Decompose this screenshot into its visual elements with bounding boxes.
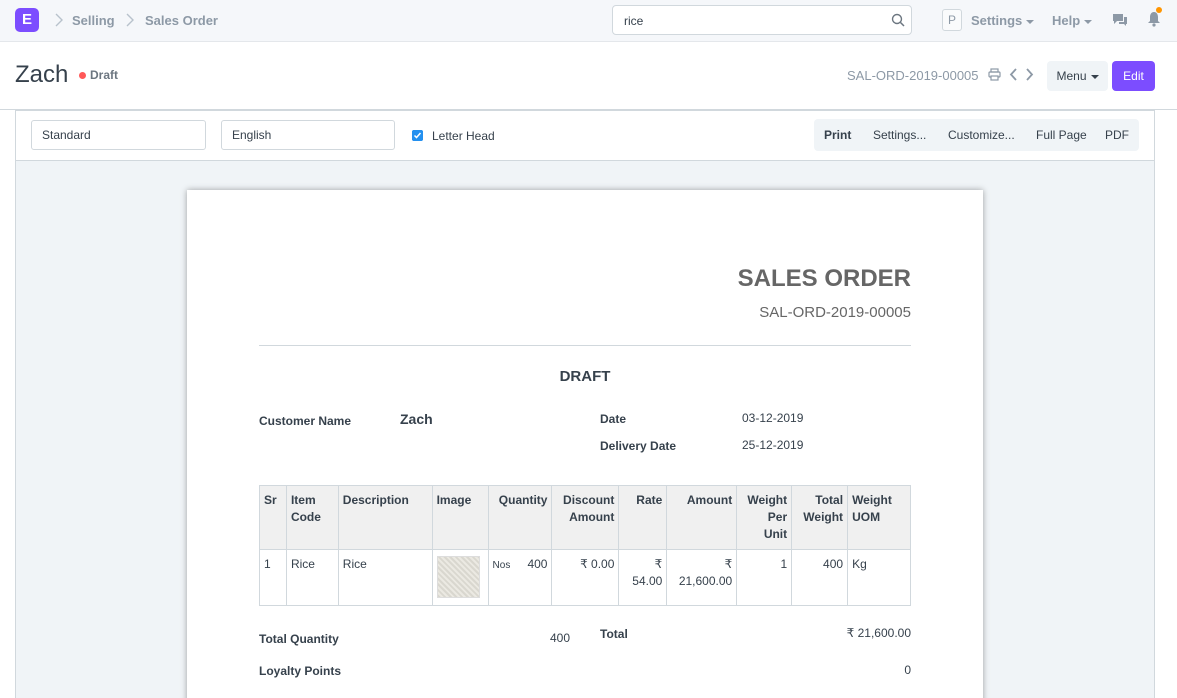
heading-divider [259, 345, 911, 346]
print-document: SALES ORDER SAL-ORD-2019-00005 DRAFT Cus… [187, 190, 983, 698]
caret-down-icon [1090, 74, 1099, 79]
total-quantity-value: 400 [550, 631, 571, 645]
pdf-button[interactable]: PDF [1105, 128, 1129, 142]
breadcrumb-sales-order[interactable]: Sales Order [145, 13, 218, 28]
column-header: Amount [666, 485, 738, 550]
user-avatar[interactable]: P [942, 9, 962, 31]
cell-weight-per-unit: 1 [736, 549, 793, 606]
column-header: Discount Amount [551, 485, 620, 550]
column-header: Image [431, 485, 489, 550]
previous-record-icon[interactable] [1009, 68, 1018, 81]
cell-quantity: Nos 400 [487, 549, 553, 606]
items-table: Sr Item Code Description Image Quantity … [259, 485, 911, 606]
cell-total-weight: 400 [791, 549, 849, 606]
letter-head-checkbox[interactable] [412, 130, 423, 141]
chevron-right-icon [55, 13, 63, 27]
edit-button[interactable]: Edit [1112, 61, 1155, 91]
chevron-right-icon [126, 13, 134, 27]
menu-label: Menu [1056, 69, 1087, 83]
customer-name-label: Customer Name [259, 414, 352, 428]
help-label: Help [1052, 13, 1081, 28]
chat-icon[interactable] [1112, 12, 1128, 28]
next-record-icon[interactable] [1025, 68, 1034, 81]
app-logo[interactable]: E [15, 8, 39, 32]
loyalty-points-label: Loyalty Points [259, 664, 342, 678]
delivery-date-value: 25-12-2019 [742, 438, 804, 452]
status-indicator [79, 72, 86, 79]
search-input[interactable]: rice [612, 5, 912, 35]
search-value: rice [624, 14, 644, 28]
loyalty-points-value: 0 [904, 663, 911, 677]
document-name: SAL-ORD-2019-00005 [847, 68, 979, 83]
delivery-date-label: Delivery Date [600, 439, 677, 453]
print-settings-button[interactable]: Settings... [873, 128, 926, 142]
column-header: Rate [618, 485, 668, 550]
column-header: Total Weight [791, 485, 849, 550]
cell-weight-uom: Kg [847, 549, 911, 606]
date-value: 03-12-2019 [742, 411, 804, 425]
caret-down-icon [1084, 19, 1093, 24]
search-icon[interactable] [891, 13, 905, 27]
cell-rate: ₹ 54.00 [618, 549, 668, 606]
help-dropdown[interactable]: Help [1052, 13, 1093, 28]
menu-button[interactable]: Menu [1047, 61, 1108, 91]
cell-item-code: Rice [285, 549, 339, 606]
date-label: Date [600, 412, 627, 426]
language-select[interactable]: English [221, 120, 395, 150]
quantity-value: 400 [527, 557, 548, 571]
column-header: Weight UOM [847, 485, 911, 550]
cell-sr: 1 [259, 549, 287, 606]
print-format-select[interactable]: Standard [31, 120, 206, 150]
settings-dropdown[interactable]: Settings [971, 13, 1035, 28]
cell-image [431, 549, 489, 606]
print-button[interactable]: Print [824, 128, 851, 142]
cell-amount: ₹ 21,600.00 [666, 549, 738, 606]
full-page-button[interactable]: Full Page [1036, 128, 1087, 142]
customer-name-value: Zach [400, 411, 433, 427]
top-navbar: E Selling Sales Order rice P Settings He… [0, 0, 1177, 42]
column-header: Weight Per Unit [736, 485, 793, 550]
column-header: Quantity [487, 485, 553, 550]
print-actions-group: Print Settings... Customize... Full Page… [814, 119, 1139, 151]
uom-label: Nos [492, 560, 511, 571]
total-quantity-label: Total Quantity [259, 632, 339, 646]
cell-discount: ₹ 0.00 [551, 549, 620, 606]
table-row: 1 Rice Rice Nos 400 ₹ 0.00 ₹ 54.00 ₹ 21,6… [259, 549, 911, 606]
printer-icon[interactable] [988, 68, 1001, 81]
page-title: Zach [15, 61, 69, 88]
column-header: Description [337, 485, 433, 550]
draft-label: DRAFT [559, 368, 611, 385]
document-subheading: SAL-ORD-2019-00005 [759, 304, 911, 321]
settings-label: Settings [971, 13, 1023, 28]
bell-icon[interactable] [1147, 11, 1161, 27]
letter-head-label: Letter Head [432, 129, 495, 143]
document-heading: SALES ORDER [737, 265, 911, 292]
table-header-row: Sr Item Code Description Image Quantity … [259, 485, 911, 550]
customize-button[interactable]: Customize... [948, 128, 1015, 142]
notification-indicator [1156, 7, 1162, 13]
caret-down-icon [1026, 19, 1035, 24]
cell-description: Rice [337, 549, 433, 606]
status-badge: Draft [90, 68, 119, 82]
item-image [436, 556, 480, 598]
total-value: ₹ 21,600.00 [846, 626, 911, 640]
column-header: Item Code [285, 485, 339, 550]
total-label: Total [600, 627, 628, 641]
column-header: Sr [259, 485, 287, 550]
breadcrumb-selling[interactable]: Selling [72, 13, 115, 28]
